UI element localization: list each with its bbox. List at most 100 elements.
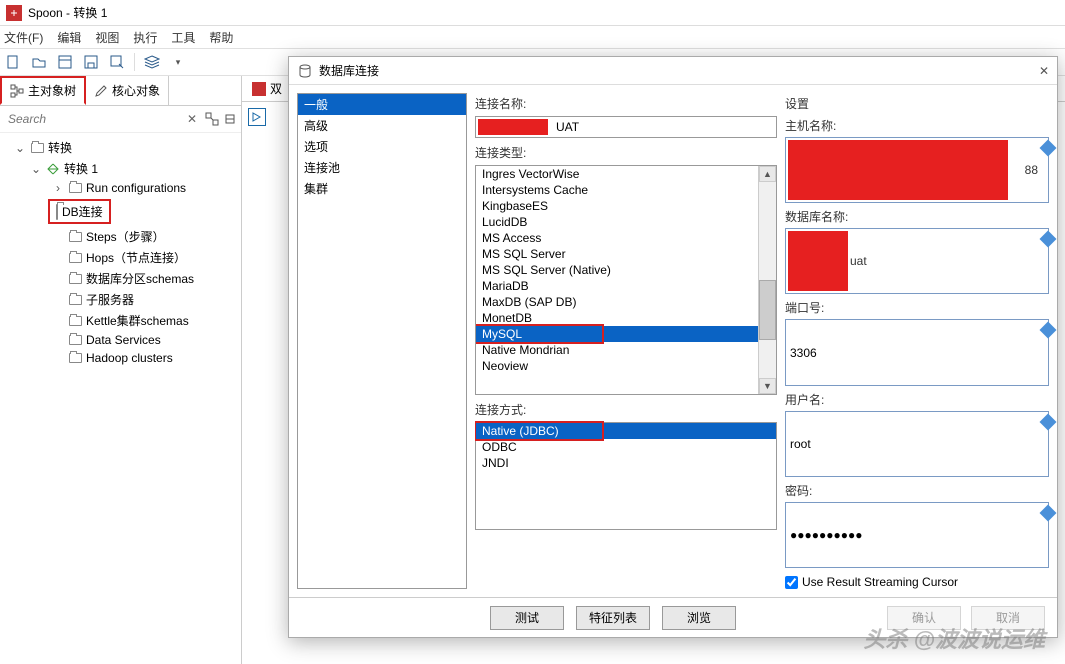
tree-root[interactable]: ⌄ 转换 bbox=[0, 137, 241, 158]
menu-tools[interactable]: 工具 bbox=[171, 29, 195, 46]
new-icon[interactable] bbox=[4, 53, 22, 71]
ct-item[interactable]: Neoview bbox=[476, 358, 758, 374]
host-input[interactable]: 88 bbox=[785, 137, 1049, 203]
play-button[interactable] bbox=[248, 108, 266, 126]
save-icon[interactable] bbox=[82, 53, 100, 71]
tree-hops[interactable]: Hops（节点连接） bbox=[0, 247, 241, 268]
pwd-input[interactable]: ●●●●●●●●●● bbox=[785, 502, 1049, 568]
tree-schemas[interactable]: 数据库分区schemas bbox=[0, 268, 241, 289]
folder-icon bbox=[68, 293, 82, 307]
transform-icon bbox=[252, 82, 266, 96]
folder-icon bbox=[56, 205, 58, 219]
var-icon[interactable] bbox=[1040, 413, 1057, 430]
db-input[interactable]: uat bbox=[785, 228, 1049, 294]
chevron-right-icon[interactable]: › bbox=[52, 181, 64, 195]
canvas-tab-label: 双 bbox=[270, 80, 282, 97]
cat-options[interactable]: 选项 bbox=[298, 136, 466, 157]
separator bbox=[134, 53, 135, 71]
scroll-down-icon[interactable]: ▼ bbox=[759, 378, 776, 394]
cm-odbc[interactable]: ODBC bbox=[476, 439, 776, 455]
clear-icon[interactable]: ✕ bbox=[187, 112, 201, 126]
conn-mode-list[interactable]: Native (JDBC) ODBC JNDI bbox=[475, 422, 777, 530]
scrollbar[interactable]: ▲ ▼ bbox=[758, 166, 776, 394]
conn-name-value: UAT bbox=[556, 120, 579, 134]
browse-button[interactable]: 浏览 bbox=[662, 606, 736, 630]
tab-core-objects[interactable]: 核心对象 bbox=[86, 76, 169, 105]
menu-edit[interactable]: 编辑 bbox=[57, 29, 81, 46]
conn-name-input[interactable]: UAT bbox=[475, 116, 777, 138]
dropdown-icon[interactable]: ▾ bbox=[169, 53, 187, 71]
ct-item[interactable]: KingbaseES bbox=[476, 198, 758, 214]
ct-item[interactable]: MaxDB (SAP DB) bbox=[476, 294, 758, 310]
collapse-icon[interactable] bbox=[223, 112, 237, 126]
category-list[interactable]: 一般 高级 选项 连接池 集群 bbox=[297, 93, 467, 589]
var-icon[interactable] bbox=[1040, 140, 1057, 157]
expand-icon[interactable] bbox=[205, 112, 219, 126]
cursor-checkbox[interactable] bbox=[785, 576, 798, 589]
search-row: ✕ bbox=[0, 106, 241, 133]
conn-type-list[interactable]: Ingres VectorWise Intersystems Cache Kin… bbox=[475, 165, 777, 395]
db-label: 数据库名称: bbox=[785, 208, 1049, 225]
cursor-checkbox-row[interactable]: Use Result Streaming Cursor bbox=[785, 575, 1049, 589]
cat-pool[interactable]: 连接池 bbox=[298, 157, 466, 178]
ct-item[interactable]: Intersystems Cache bbox=[476, 182, 758, 198]
saveas-icon[interactable] bbox=[108, 53, 126, 71]
folder-icon bbox=[68, 230, 82, 244]
window-title: Spoon - 转换 1 bbox=[28, 4, 107, 21]
tree-datasvc[interactable]: Data Services bbox=[0, 331, 241, 349]
feature-list-button[interactable]: 特征列表 bbox=[576, 606, 650, 630]
settings-column: 设置 主机名称: 88 数据库名称: uat .field-input.reda… bbox=[785, 93, 1049, 589]
cat-general[interactable]: 一般 bbox=[298, 94, 466, 115]
chevron-down-icon[interactable]: ⌄ bbox=[14, 141, 26, 155]
tree-kettle[interactable]: Kettle集群schemas bbox=[0, 310, 241, 331]
ct-item[interactable]: MS Access bbox=[476, 230, 758, 246]
menu-file[interactable]: 文件(F) bbox=[4, 29, 43, 46]
var-icon[interactable] bbox=[1040, 322, 1057, 339]
pencil-icon bbox=[94, 84, 108, 98]
ct-item[interactable]: Ingres VectorWise bbox=[476, 166, 758, 182]
menu-help[interactable]: 帮助 bbox=[209, 29, 233, 46]
user-input[interactable]: root bbox=[785, 411, 1049, 477]
ct-mysql[interactable]: MySQL bbox=[476, 326, 758, 342]
cat-cluster[interactable]: 集群 bbox=[298, 178, 466, 199]
explore-icon[interactable] bbox=[56, 53, 74, 71]
cm-native[interactable]: Native (JDBC) bbox=[476, 423, 776, 439]
search-input[interactable] bbox=[4, 110, 183, 128]
db-connection-dialog: 数据库连接 ✕ 一般 高级 选项 连接池 集群 连接名称: UAT 连接类型: … bbox=[288, 56, 1058, 638]
folder-icon bbox=[68, 333, 82, 347]
conn-name-label: 连接名称: bbox=[475, 95, 777, 112]
tree-run-config[interactable]: › Run configurations bbox=[0, 179, 241, 197]
ct-item[interactable]: MonetDB bbox=[476, 310, 758, 326]
scroll-up-icon[interactable]: ▲ bbox=[759, 166, 776, 182]
conn-type-label: 连接类型: bbox=[475, 144, 777, 161]
menu-exec[interactable]: 执行 bbox=[133, 29, 157, 46]
tree-db-conn[interactable]: DB连接 bbox=[48, 199, 111, 224]
test-button[interactable]: 测试 bbox=[490, 606, 564, 630]
layers-icon[interactable] bbox=[143, 53, 161, 71]
ct-item[interactable]: LucidDB bbox=[476, 214, 758, 230]
open-icon[interactable] bbox=[30, 53, 48, 71]
port-input[interactable]: 3306 bbox=[785, 319, 1049, 385]
user-label: 用户名: bbox=[785, 391, 1049, 408]
settings-label: 设置 bbox=[785, 95, 1049, 112]
cm-jndi[interactable]: JNDI bbox=[476, 455, 776, 471]
tab-main-tree[interactable]: 主对象树 bbox=[0, 76, 86, 105]
tree-hadoop[interactable]: Hadoop clusters bbox=[0, 349, 241, 367]
var-icon[interactable] bbox=[1040, 231, 1057, 248]
tree-transform1[interactable]: ⌄ 转换 1 bbox=[0, 158, 241, 179]
canvas-tab[interactable]: 双 bbox=[246, 76, 289, 101]
ct-item[interactable]: MariaDB bbox=[476, 278, 758, 294]
close-icon[interactable]: ✕ bbox=[1039, 64, 1049, 78]
dialog-titlebar: 数据库连接 ✕ bbox=[289, 57, 1057, 85]
tree-label: Data Services bbox=[86, 333, 161, 347]
tree-label: 转换 bbox=[48, 139, 72, 156]
ct-item[interactable]: Native Mondrian bbox=[476, 342, 758, 358]
tree-childsrv[interactable]: 子服务器 bbox=[0, 289, 241, 310]
cat-advanced[interactable]: 高级 bbox=[298, 115, 466, 136]
var-icon[interactable] bbox=[1040, 504, 1057, 521]
ct-item[interactable]: MS SQL Server bbox=[476, 246, 758, 262]
tree-steps[interactable]: Steps（步骤） bbox=[0, 226, 241, 247]
menu-view[interactable]: 视图 bbox=[95, 29, 119, 46]
chevron-down-icon[interactable]: ⌄ bbox=[30, 162, 42, 176]
ct-item[interactable]: MS SQL Server (Native) bbox=[476, 262, 758, 278]
